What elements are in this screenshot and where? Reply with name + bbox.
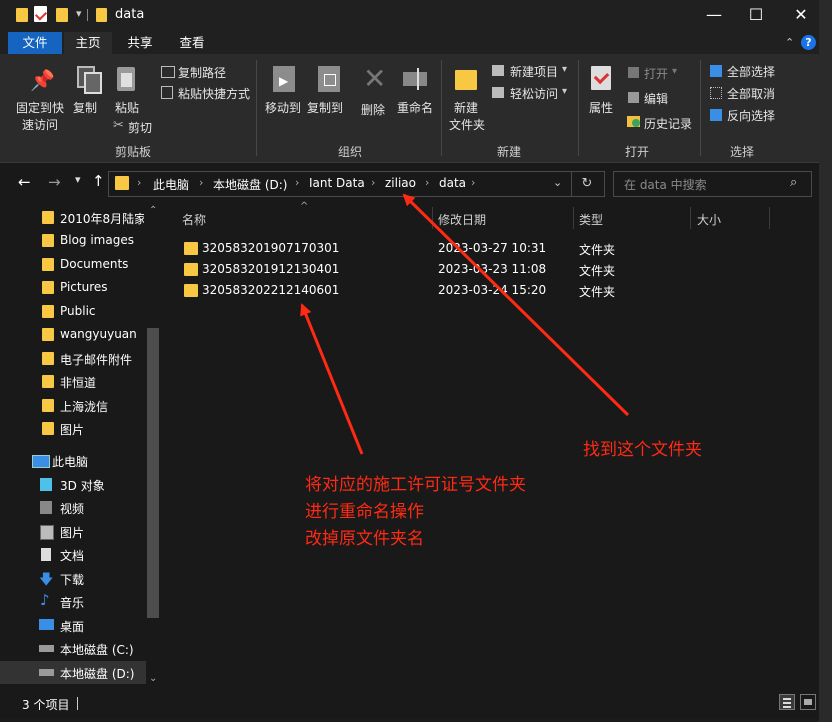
annotation-line-3: 改掉原文件夹名 [305,529,424,549]
annotation-arrows [300,193,630,455]
annotation-line-2: 进行重命名操作 [305,502,424,522]
arrow-to-folders [300,303,364,455]
annotation-line-1: 将对应的施工许可证号文件夹 [305,475,526,495]
annotation-find-folder: 找到这个文件夹 [583,440,702,460]
arrow-to-address [402,193,630,417]
explorer-window: ▾ data — ☐ ✕ 文件 主页 共享 查看 ⌃ ? 📌 固定到快 速访问 … [0,0,819,718]
background-window-strip [819,0,832,722]
